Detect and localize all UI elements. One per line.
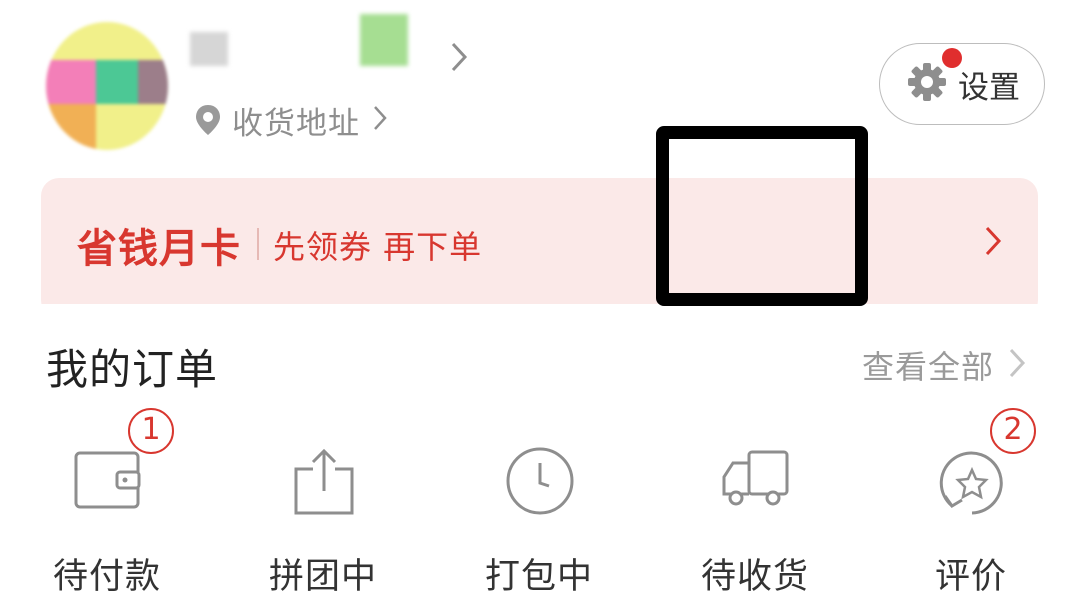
- order-status-label: 拼团中: [268, 557, 377, 597]
- chevron-right-icon[interactable]: [448, 40, 470, 78]
- truck-icon: [721, 447, 791, 513]
- count-badge: 2: [990, 408, 1036, 454]
- order-status-awaiting-delivery[interactable]: 待收货: [655, 304, 855, 611]
- count-badge: 1: [128, 408, 174, 454]
- settings-label: 设置: [958, 69, 1020, 106]
- order-status-pending-payment[interactable]: 1 待付款: [7, 304, 207, 611]
- order-status-group-buy[interactable]: 拼团中: [223, 304, 423, 611]
- address-link[interactable]: 收货地址: [194, 100, 388, 142]
- settings-button[interactable]: 设置: [879, 43, 1045, 125]
- order-status-packing[interactable]: 打包中: [439, 304, 639, 611]
- notification-dot: [942, 48, 962, 68]
- order-status-review[interactable]: 2 评价: [871, 304, 1071, 611]
- location-pin-icon: [194, 103, 222, 137]
- avatar[interactable]: [46, 22, 168, 150]
- divider: [257, 228, 259, 260]
- wallet-icon: [73, 450, 143, 516]
- order-status-label: 待付款: [52, 557, 161, 597]
- chevron-right-icon: [372, 104, 388, 136]
- promo-card[interactable]: 省钱月卡 先领券 再下单: [41, 178, 1038, 318]
- chevron-right-icon: [983, 224, 1003, 262]
- order-status-label: 待收货: [700, 557, 809, 597]
- username-blurred-part: [360, 14, 408, 66]
- star-review-icon: [937, 448, 1007, 522]
- promo-subtitle: 先领券 再下单: [273, 228, 483, 266]
- orders-section: 我的订单 查看全部 1 待付款 拼团中 打包中 待收货 2 评价: [0, 304, 1080, 611]
- order-status-label: 评价: [934, 557, 1007, 597]
- address-label: 收货地址: [232, 105, 360, 142]
- clock-icon: [505, 446, 575, 520]
- share-icon: [291, 447, 357, 521]
- promo-title: 省钱月卡: [77, 226, 241, 272]
- order-status-label: 打包中: [484, 557, 593, 597]
- profile-header: 收货地址 设置: [0, 0, 1080, 180]
- username-blurred: [190, 32, 228, 66]
- gear-icon: [906, 61, 948, 107]
